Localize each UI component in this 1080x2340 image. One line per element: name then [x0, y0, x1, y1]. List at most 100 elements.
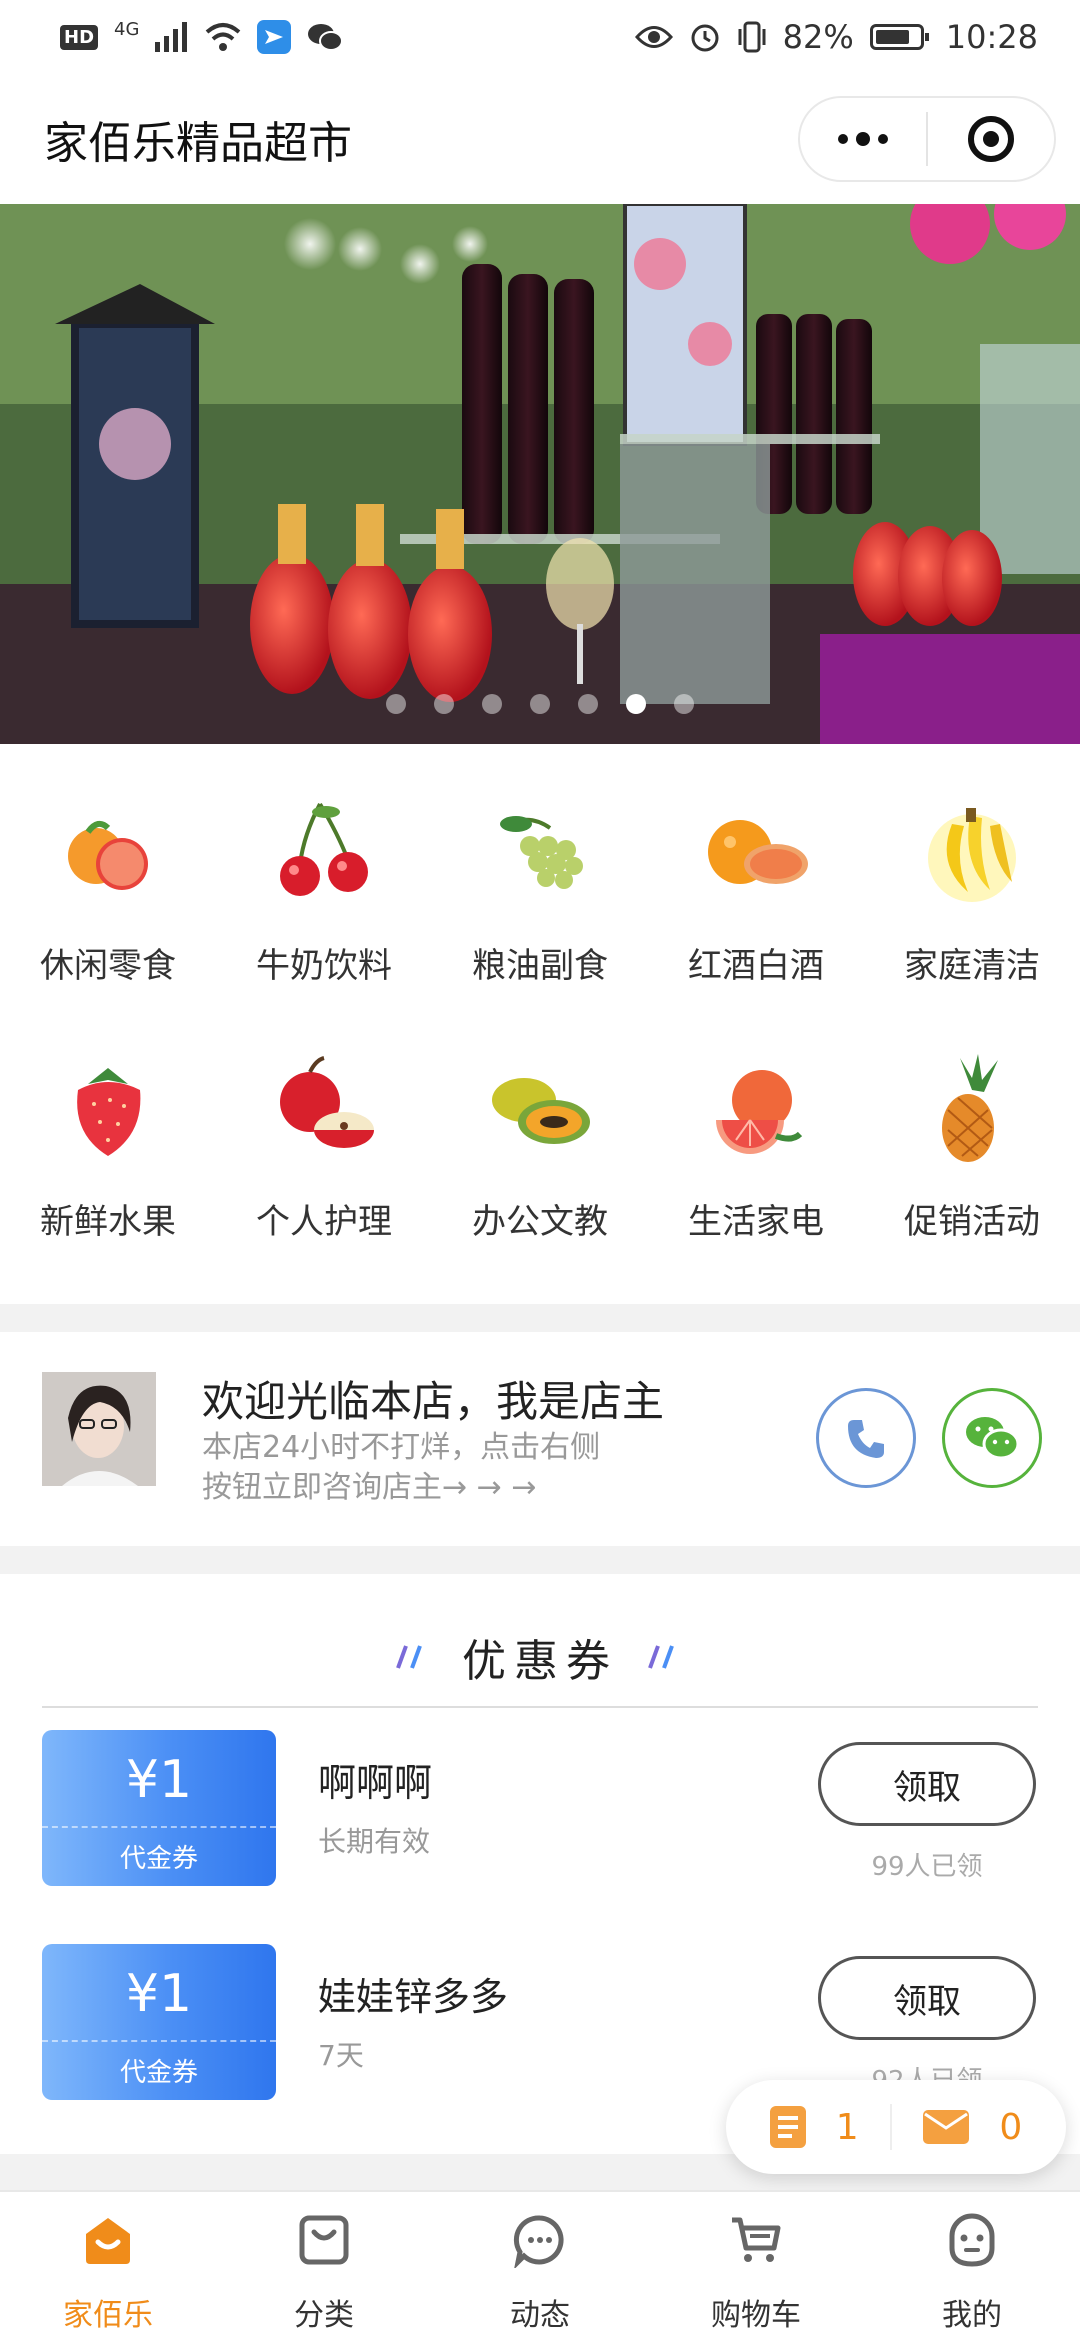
more-button[interactable]	[800, 98, 926, 180]
page-title: 家佰乐精品超市	[44, 118, 352, 169]
banner-image	[0, 204, 1080, 744]
more-icon	[838, 132, 888, 146]
eye-icon	[634, 26, 673, 48]
tab-label: 购物车	[711, 2298, 801, 2333]
category-office-stationery[interactable]: 办公文教	[432, 1050, 648, 1243]
banner-carousel[interactable]	[0, 204, 1080, 744]
claim-coupon-button[interactable]: 领取	[818, 1956, 1036, 2040]
coupon-type: 代金券	[119, 2058, 198, 2088]
floating-shortcut-bar: 1 0	[726, 2080, 1066, 2174]
orders-shortcut[interactable]: 1	[769, 2106, 859, 2148]
category-grain-oil[interactable]: 粮油副食	[432, 794, 648, 987]
coupon-section-title: 优惠券	[462, 1636, 618, 1687]
cart-icon	[732, 2217, 781, 2262]
coupon-validity: 长期有效	[318, 1825, 431, 1858]
tab-category[interactable]: 分类	[216, 2192, 432, 2340]
category-promotions[interactable]: 促销活动	[864, 1050, 1080, 1243]
shop-description: 本店24小时不打烊，点击右侧 按钮立即咨询店主→ → →	[202, 1428, 662, 1508]
signal-icon	[155, 22, 188, 52]
category-label: 生活家电	[688, 1202, 824, 1242]
category-grid: 休闲零食 牛奶饮料 粮油副食 红酒白酒 家庭清洁 新鲜水果 个人护理 办公文教 …	[0, 744, 1080, 1304]
tab-feed[interactable]: 动态	[432, 2192, 648, 2340]
carousel-dot	[386, 694, 406, 714]
category-wine-liquor[interactable]: 红酒白酒	[648, 794, 864, 987]
category-label: 个人护理	[256, 1202, 392, 1242]
battery-icon	[869, 24, 929, 50]
bottom-tab-bar: 家佰乐 分类 动态 购物车 我的	[0, 2190, 1080, 2340]
shop-owner-card: 欢迎光临本店，我是店主 本店24小时不打烊，点击右侧 按钮立即咨询店主→ → →	[0, 1332, 1080, 1546]
wifi-icon	[206, 23, 241, 51]
carousel-dot	[578, 694, 598, 714]
coupon-amount: ¥1	[125, 1964, 193, 2024]
miniprogram-capsule	[798, 96, 1056, 182]
category-label: 红酒白酒	[688, 946, 824, 986]
alarm-icon	[691, 24, 719, 52]
envelope-icon	[923, 2110, 970, 2144]
wechat-owner-button[interactable]	[942, 1388, 1042, 1488]
profile-icon	[949, 2213, 995, 2267]
close-circle-icon	[968, 116, 1014, 162]
battery-percent: 82%	[782, 18, 854, 56]
grapes-icon	[500, 816, 583, 889]
tab-profile[interactable]: 我的	[864, 2192, 1080, 2340]
category-label: 新鲜水果	[40, 1202, 176, 1242]
order-list-icon	[769, 2106, 806, 2148]
category-label: 休闲零食	[40, 946, 176, 986]
call-owner-button[interactable]	[816, 1388, 916, 1488]
category-snacks[interactable]: 休闲零食	[0, 794, 216, 987]
hd-badge: HD	[60, 24, 99, 50]
coupon-item: ¥1 代金券 啊啊啊 长期有效 领取 99人已领	[0, 1730, 1080, 1890]
carousel-dot	[674, 694, 694, 714]
carousel-dot	[482, 694, 502, 714]
carousel-indicators	[0, 694, 1080, 714]
phone-icon	[848, 1420, 884, 1458]
messages-count: 0	[999, 2106, 1023, 2148]
tab-label: 家佰乐	[63, 2298, 153, 2333]
category-label: 牛奶饮料	[256, 946, 392, 986]
tab-cart[interactable]: 购物车	[648, 2192, 864, 2340]
coupon-ticket: ¥1 代金券	[42, 1730, 276, 1886]
claim-coupon-button[interactable]: 领取	[818, 1742, 1036, 1826]
app-notification-icon	[257, 20, 292, 54]
coupon-type: 代金券	[119, 1844, 198, 1874]
carousel-dot	[530, 694, 550, 714]
category-label: 促销活动	[904, 1202, 1040, 1242]
messages-shortcut[interactable]: 0	[923, 2107, 1022, 2148]
coupon-name: 啊啊啊	[318, 1761, 433, 1805]
tab-home[interactable]: 家佰乐	[0, 2192, 216, 2340]
category-home-cleaning[interactable]: 家庭清洁	[864, 794, 1080, 987]
tab-label: 分类	[294, 2298, 354, 2333]
vibrate-icon	[738, 21, 766, 53]
shop-welcome-text: 欢迎光临本店，我是店主	[202, 1377, 665, 1426]
category-personal-care[interactable]: 个人护理	[216, 1050, 432, 1243]
close-miniprogram-button[interactable]	[928, 98, 1054, 180]
home-icon	[86, 2218, 130, 2264]
coupon-amount: ¥1	[125, 1750, 193, 1810]
category-home-appliances[interactable]: 生活家电	[648, 1050, 864, 1243]
category-milk-drinks[interactable]: 牛奶饮料	[216, 794, 432, 987]
tab-label: 动态	[510, 2298, 570, 2333]
category-label: 办公文教	[472, 1202, 608, 1242]
coupon-ticket: ¥1 代金券	[42, 1944, 276, 2100]
category-label: 粮油副食	[472, 946, 608, 986]
cherry-icon	[280, 802, 368, 896]
shop-description-line: 按钮立即咨询店主→ → →	[202, 1470, 537, 1505]
wechat-notification-icon	[308, 24, 344, 51]
coupon-validity: 7天	[318, 2039, 364, 2072]
carousel-dot	[434, 694, 454, 714]
status-bar: HD 4G 82% 10:28	[0, 0, 1080, 74]
apple-icon	[280, 1056, 374, 1148]
coupon-claimed-count: 99人已领	[871, 1852, 983, 1882]
decor-slash-icon	[396, 1645, 422, 1669]
papaya-icon	[492, 1078, 590, 1144]
coupon-name: 娃娃锌多多	[318, 1975, 509, 2019]
strawberry-icon	[77, 1068, 141, 1156]
chat-icon	[513, 2215, 564, 2270]
coupon-section: 优惠券 ¥1 代金券 啊啊啊 长期有效 领取 99人已领 ¥1 代金券 娃娃锌多…	[0, 1574, 1080, 2154]
pineapple-icon	[942, 1054, 998, 1162]
orders-count: 1	[835, 2106, 859, 2148]
banana-icon	[928, 808, 1016, 902]
carousel-dot-active	[626, 694, 646, 714]
category-icon	[299, 2215, 349, 2265]
category-fresh-fruit[interactable]: 新鲜水果	[0, 1050, 216, 1243]
